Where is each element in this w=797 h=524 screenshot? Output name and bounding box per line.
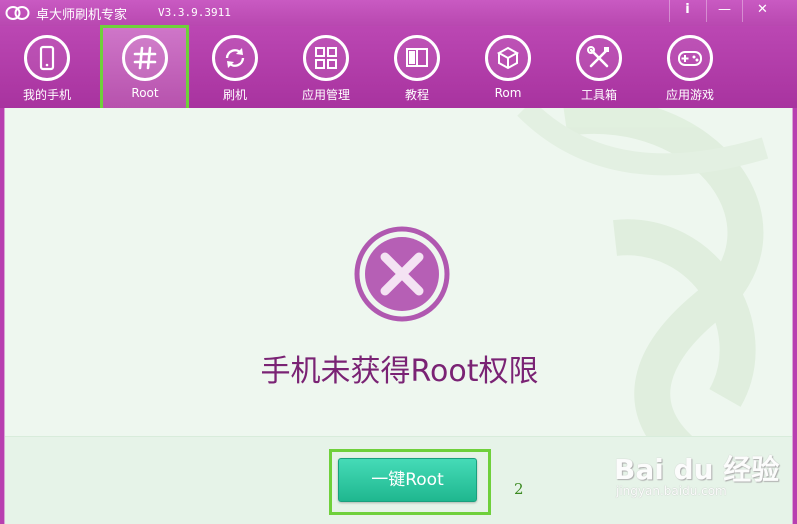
tools-icon <box>576 35 622 81</box>
tool-app-manager[interactable]: 应用管理 <box>283 26 367 108</box>
app-title: 卓大师刷机专家 <box>36 8 128 23</box>
app-version: V3.3.9.3911 <box>158 6 231 19</box>
grid-icon <box>303 35 349 81</box>
info-button[interactable]: i <box>669 0 705 22</box>
tool-tutorial[interactable]: 教程 <box>374 26 458 108</box>
watermark-url: jingyan.baidu.com <box>616 484 727 498</box>
close-button[interactable]: ✕ <box>742 0 782 22</box>
refresh-icon <box>212 35 258 81</box>
baidu-watermark: Bai du 经验 jingyan.baidu.com <box>614 440 784 512</box>
minimize-button[interactable]: — <box>706 0 742 22</box>
box-icon <box>485 35 531 81</box>
app-logo-icon <box>5 6 30 20</box>
root-status-message: 手机未获得Root权限 <box>260 354 539 389</box>
tool-rom[interactable]: Rom <box>465 26 549 108</box>
tool-label: Rom <box>494 86 522 100</box>
tool-apps-games[interactable]: 应用游戏 <box>647 26 731 108</box>
annotation-highlight-button <box>329 449 491 515</box>
tool-my-phone[interactable]: 我的手机 <box>4 26 88 108</box>
annotation-highlight-root <box>100 25 189 111</box>
error-x-icon <box>354 226 450 322</box>
tool-toolbox[interactable]: 工具箱 <box>556 26 640 108</box>
tool-label: 我的手机 <box>22 88 71 102</box>
gamepad-icon <box>667 35 713 81</box>
watermark-brand: Bai du 经验 <box>614 453 780 486</box>
tool-label: 工具箱 <box>580 88 617 102</box>
tool-label: 应用游戏 <box>665 88 714 102</box>
tool-label: 刷机 <box>222 88 247 102</box>
book-icon <box>394 35 440 81</box>
tool-label: 应用管理 <box>301 88 350 102</box>
phone-icon <box>24 35 70 81</box>
annotation-step-2: 2 <box>514 480 524 498</box>
title-bar: 卓大师刷机专家 V3.3.9.3911 i — ✕ <box>0 0 797 26</box>
tool-flash[interactable]: 刷机 <box>192 26 276 108</box>
tool-label: 教程 <box>404 88 429 102</box>
